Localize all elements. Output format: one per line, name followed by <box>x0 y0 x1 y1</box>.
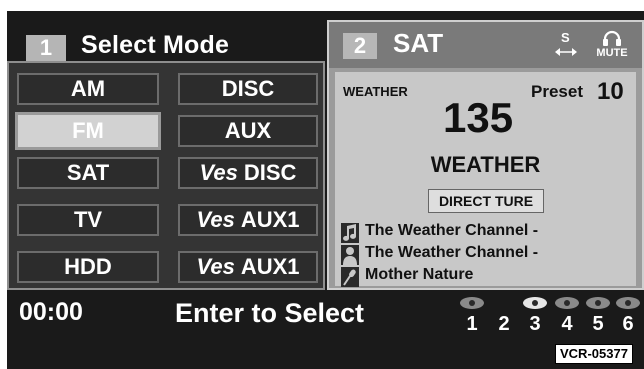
channel-number: 135 <box>443 94 514 141</box>
mode-button-fm[interactable]: FM <box>15 112 161 150</box>
disc-icon <box>460 297 484 309</box>
sat-panel: 2 SAT S MUTE WEATHER Preset 10 135 WEATH… <box>327 20 644 290</box>
mute-label: MUTE <box>596 47 628 59</box>
disc-slot-3[interactable]: 3 <box>521 297 549 336</box>
mode-button-ves-disc[interactable]: Ves DISC <box>178 157 318 189</box>
scan-letter: S <box>561 30 570 45</box>
music-note-icon <box>341 223 359 243</box>
disc-slot-5[interactable]: 5 <box>584 297 612 336</box>
disc-slot-4[interactable]: 4 <box>553 297 581 336</box>
artist-name: The Weather Channel - <box>365 244 539 261</box>
song-title: The Weather Channel - <box>365 222 539 239</box>
arrows-icon <box>555 48 577 56</box>
mode-button-am[interactable]: AM <box>17 73 159 105</box>
artist-icon <box>341 245 359 265</box>
channel-category: WEATHER <box>430 152 541 177</box>
mode-button-disc[interactable]: DISC <box>178 73 318 105</box>
headphones-icon <box>603 30 621 46</box>
scan-icon[interactable]: S <box>555 30 577 60</box>
mode-button-ves-aux1-2[interactable]: Ves AUX1 <box>178 251 318 283</box>
display-screen: 1 Select Mode AM DISC FM AUX SAT Ves DISC… <box>7 11 644 369</box>
mode-label: AUX1 <box>240 207 300 232</box>
mode-button-sat[interactable]: SAT <box>17 157 159 189</box>
mode-label: DISC <box>221 76 275 101</box>
mode-label: DISC <box>243 160 297 185</box>
disc-slot-6[interactable]: 6 <box>614 297 642 336</box>
panel-title: SAT <box>393 28 444 58</box>
figure-reference-code: VCR-05377 <box>555 344 633 364</box>
disc-number: 6 <box>622 313 634 335</box>
mode-prefix: Ves <box>199 160 238 185</box>
disc-icon <box>523 297 547 309</box>
disc-icon <box>616 297 640 309</box>
composer-info-row: Mother Nature <box>341 266 633 288</box>
panel-title: Select Mode <box>81 31 230 59</box>
preset-label: Preset <box>531 82 583 101</box>
panel-number-badge: 1 <box>26 35 66 61</box>
sat-header: 2 SAT S MUTE <box>329 22 642 68</box>
mode-button-hdd[interactable]: HDD <box>17 251 159 283</box>
disc-number: 2 <box>498 313 510 335</box>
mode-button-ves-aux1[interactable]: Ves AUX1 <box>178 204 318 236</box>
composer-name: Mother Nature <box>365 266 474 283</box>
song-info-row: The Weather Channel - <box>341 222 633 244</box>
disc-icon <box>555 297 579 309</box>
mode-label: SAT <box>66 160 110 185</box>
disc-number: 1 <box>466 313 478 335</box>
mode-label: TV <box>73 207 103 232</box>
sat-info-area: WEATHER Preset 10 135 WEATHER DIRECT TUR… <box>335 72 636 288</box>
mode-selection-panel: AM DISC FM AUX SAT Ves DISC TV Ves AUX1 HD… <box>7 61 325 290</box>
disc-number: 5 <box>592 313 604 335</box>
artist-info-row: The Weather Channel - <box>341 244 633 266</box>
disc-slot-1[interactable]: 1 <box>458 297 486 336</box>
disc-number: 4 <box>561 313 573 335</box>
enter-prompt: Enter to Select <box>175 298 365 328</box>
panel-number-badge: 2 <box>343 33 377 59</box>
mode-label: AUX <box>224 118 272 143</box>
mode-prefix: Ves <box>196 207 235 232</box>
mute-button[interactable]: MUTE <box>591 30 633 62</box>
microphone-icon <box>341 267 359 287</box>
mode-label: HDD <box>64 254 112 279</box>
direct-tune-button[interactable]: DIRECT TURE <box>428 189 544 213</box>
mode-prefix: Ves <box>196 254 235 279</box>
disc-slot-2[interactable]: 2 <box>490 297 518 336</box>
mode-label: AUX1 <box>240 254 300 279</box>
clock: 00:00 <box>19 298 83 326</box>
channel-name: WEATHER <box>343 84 408 99</box>
disc-icon <box>586 297 610 309</box>
mode-button-tv[interactable]: TV <box>17 204 159 236</box>
disc-number: 3 <box>529 313 541 335</box>
mode-label: AM <box>70 76 106 101</box>
mode-label: FM <box>72 118 104 143</box>
mode-button-aux[interactable]: AUX <box>178 115 318 147</box>
preset-value: 10 <box>597 78 624 105</box>
